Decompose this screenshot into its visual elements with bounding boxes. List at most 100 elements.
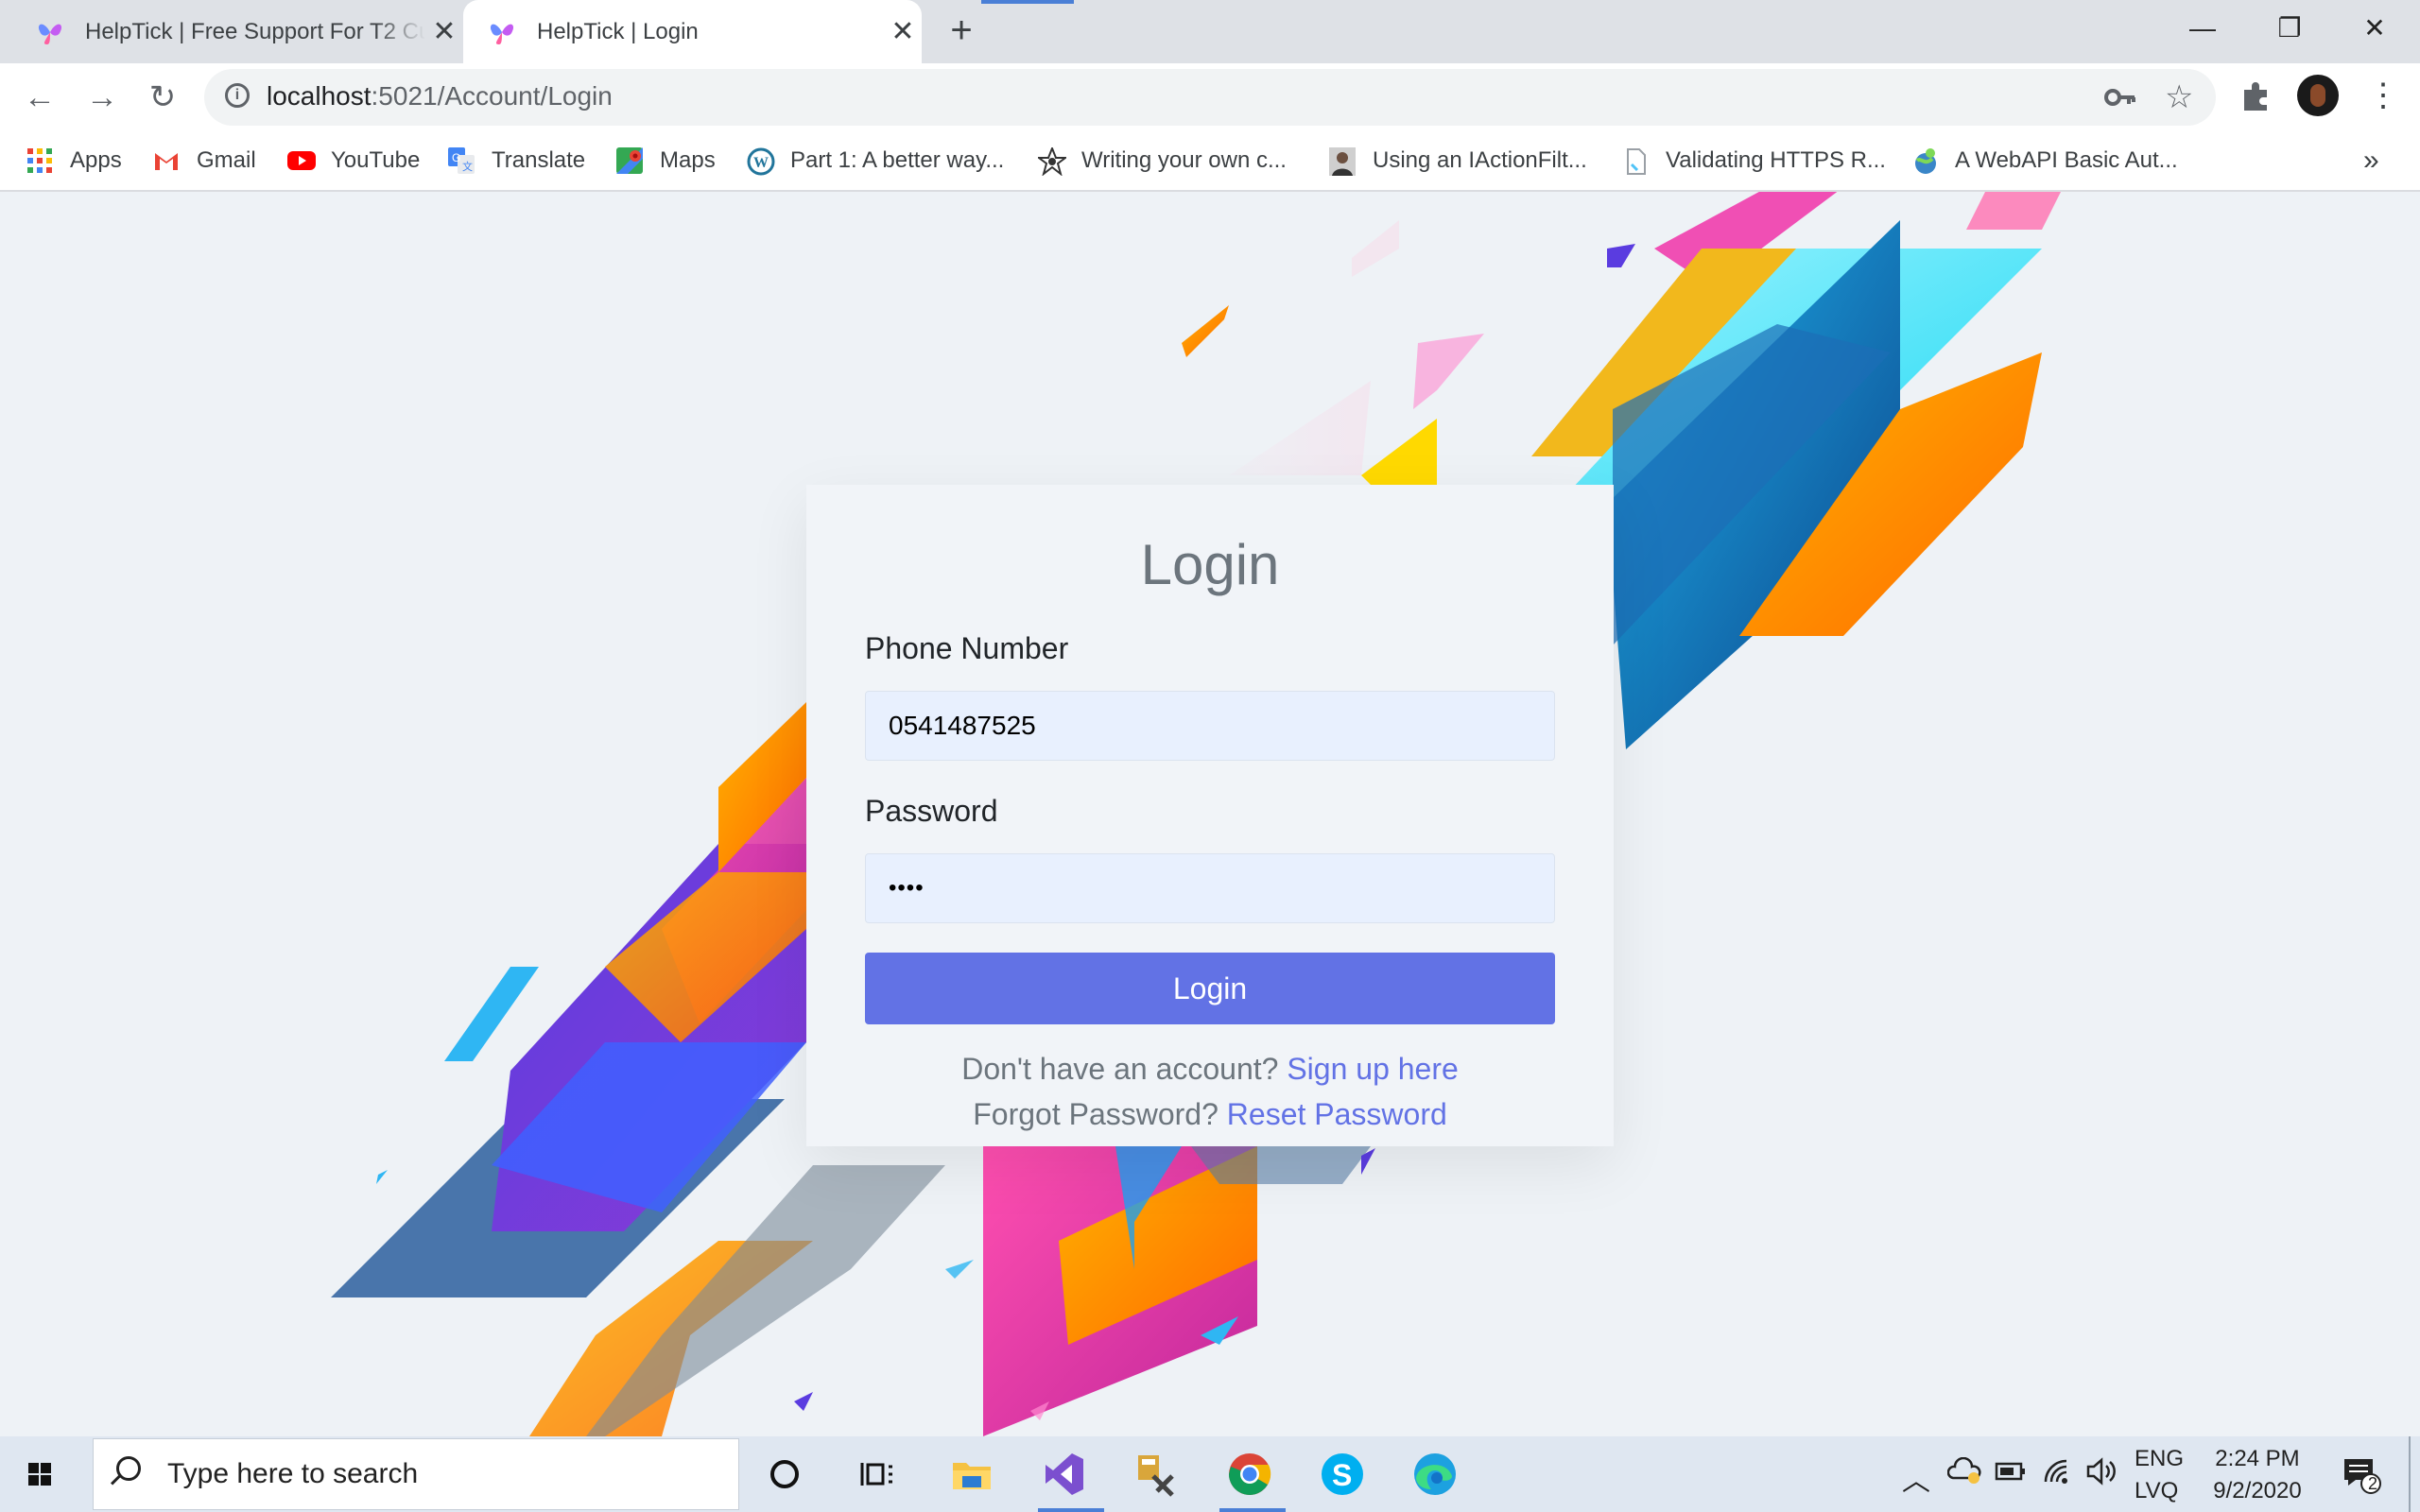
bookmark-label: Apps [70,147,122,173]
input-language-bottom[interactable]: LVQ [2135,1478,2178,1504]
password-input[interactable]: •••• [865,853,1555,923]
cortana-icon[interactable] [758,1448,811,1501]
edge-icon[interactable] [1409,1448,1461,1501]
bookmark-validating-https[interactable]: Validating HTTPS R... [1622,145,1886,177]
tab-title: HelpTick | Login [537,18,699,44]
globe-icon [1911,147,1938,174]
back-arrow-icon[interactable]: ← [19,77,60,118]
clock-time[interactable]: 2:24 PM [2212,1446,2303,1472]
chrome-icon[interactable] [1223,1448,1276,1501]
svg-text:G: G [452,151,460,164]
reset-password-link[interactable]: Reset Password [1227,1097,1447,1131]
task-view-icon[interactable] [851,1448,904,1501]
profile-avatar[interactable] [2297,75,2339,116]
profile-photo-icon [1329,147,1356,176]
bookmark-apps[interactable]: Apps [26,145,122,177]
svg-text:W: W [753,155,769,171]
svg-text:S: S [1332,1458,1352,1492]
bookmark-maps[interactable]: Maps [616,145,716,177]
forward-arrow-icon[interactable]: → [81,77,123,118]
search-placeholder: Type here to search [167,1458,419,1489]
bookmark-label: Part 1: A better way... [790,147,1005,173]
bookmark-label: Validating HTTPS R... [1666,147,1886,173]
bookmark-label: Translate [492,147,586,173]
tools-app-icon[interactable] [1131,1448,1184,1501]
helptick-favicon-icon [36,18,64,46]
active-app-indicator [1038,1508,1104,1512]
reload-icon[interactable]: ↻ [142,77,183,118]
battery-icon[interactable] [1995,1459,2027,1490]
youtube-icon [287,147,316,174]
star-logo-icon [1036,146,1068,177]
svg-text:文: 文 [462,160,473,173]
close-tab-icon[interactable]: ✕ [884,15,922,48]
restore-window-button[interactable]: ❐ [2259,8,2320,49]
login-heading: Login [1140,533,1280,596]
taskbar-search-box[interactable]: Type here to search [93,1438,739,1510]
bookmark-label: A WebAPI Basic Aut... [1955,147,2178,173]
forgot-password-line: Forgot Password? Reset Password [806,1097,1614,1132]
bookmark-label: YouTube [331,147,421,173]
bookmarks-overflow-button[interactable]: » [2363,145,2379,177]
bookmark-label: Using an IActionFilt... [1373,147,1587,173]
tab-strip: HelpTick | Free Support For T2 Cu ✕ Help… [0,0,2420,63]
clock-date[interactable]: 9/2/2020 [2203,1478,2312,1504]
show-hidden-icons-chevron-icon[interactable]: ︿ [1902,1457,1930,1499]
bookmark-star-icon[interactable]: ☆ [2165,78,2193,116]
input-language-top[interactable]: ENG [2135,1446,2184,1472]
key-icon[interactable] [2104,78,2136,121]
bookmark-gmail[interactable]: Gmail [153,145,256,177]
address-bar[interactable]: i localhost:5021/Account/Login ☆ [204,69,2216,126]
bookmark-iactionfilter[interactable]: Using an IActionFilt... [1329,145,1587,177]
skype-icon[interactable]: S [1316,1448,1369,1501]
close-tab-icon[interactable]: ✕ [425,15,463,48]
phone-number-input[interactable]: 0541487525 [865,691,1555,761]
gmail-icon [153,147,180,174]
bookmark-label: Writing your own c... [1081,147,1287,173]
browser-toolbar: ← → ↻ i localhost:5021/Account/Login ☆ ⋮ [0,63,2420,131]
menu-kebab-icon[interactable]: ⋮ [2367,77,2399,114]
active-app-indicator [1219,1508,1286,1512]
login-button[interactable]: Login [865,953,1555,1024]
bookmark-wordpress[interactable]: W Part 1: A better way... [747,145,1004,177]
loading-indicator [981,0,1074,4]
search-icon [116,1456,141,1481]
signup-link[interactable]: Sign up here [1287,1052,1458,1086]
tab-helptick-login[interactable]: HelpTick | Login ✕ [463,0,922,63]
notification-count-badge: 2 [2367,1474,2377,1493]
minimize-window-button[interactable]: — [2172,8,2233,49]
show-desktop-button[interactable] [2409,1436,2411,1512]
bookmark-label: Gmail [197,147,256,173]
bookmark-translate[interactable]: G文 Translate [448,145,585,177]
bookmark-webapi-basic-auth[interactable]: A WebAPI Basic Aut... [1911,145,2178,177]
windows-taskbar: Type here to search S ︿ ENG LVQ 2:24 PM … [0,1436,2420,1512]
visual-studio-icon[interactable] [1038,1448,1091,1501]
apps-grid-icon [26,147,53,174]
windows-start-icon[interactable] [19,1453,60,1495]
login-card: Login Phone Number 0541487525 Password •… [806,485,1614,1146]
translate-icon: G文 [448,147,475,174]
bookmark-youtube[interactable]: YouTube [287,145,420,177]
phone-number-label: Phone Number [865,631,1069,665]
close-window-button[interactable]: ✕ [2344,8,2405,49]
volume-icon[interactable] [2085,1457,2118,1492]
onedrive-cloud-icon[interactable] [1946,1456,1981,1492]
forgot-password-prompt: Forgot Password? [973,1097,1219,1131]
page-icon [1622,147,1649,175]
password-label: Password [865,794,998,828]
site-info-icon[interactable]: i [225,83,250,108]
new-tab-button[interactable]: + [941,9,982,52]
maps-icon [616,147,643,174]
helptick-favicon-icon [488,18,516,46]
tab-title: HelpTick | Free Support For T2 Cu [85,18,425,44]
file-explorer-icon[interactable] [945,1448,998,1501]
signup-line: Don't have an account? Sign up here [806,1052,1614,1087]
page-content: Login Phone Number 0541487525 Password •… [0,192,2420,1436]
wifi-icon[interactable] [2042,1457,2072,1492]
tab-helptick-support[interactable]: HelpTick | Free Support For T2 Cu ✕ [0,0,463,63]
url-text: localhost:5021/Account/Login [267,81,613,111]
extensions-puzzle-icon[interactable] [2240,80,2273,117]
bookmark-label: Maps [660,147,716,173]
bookmark-writing-your-own[interactable]: Writing your own c... [1036,145,1287,177]
signup-prompt: Don't have an account? [961,1052,1279,1086]
